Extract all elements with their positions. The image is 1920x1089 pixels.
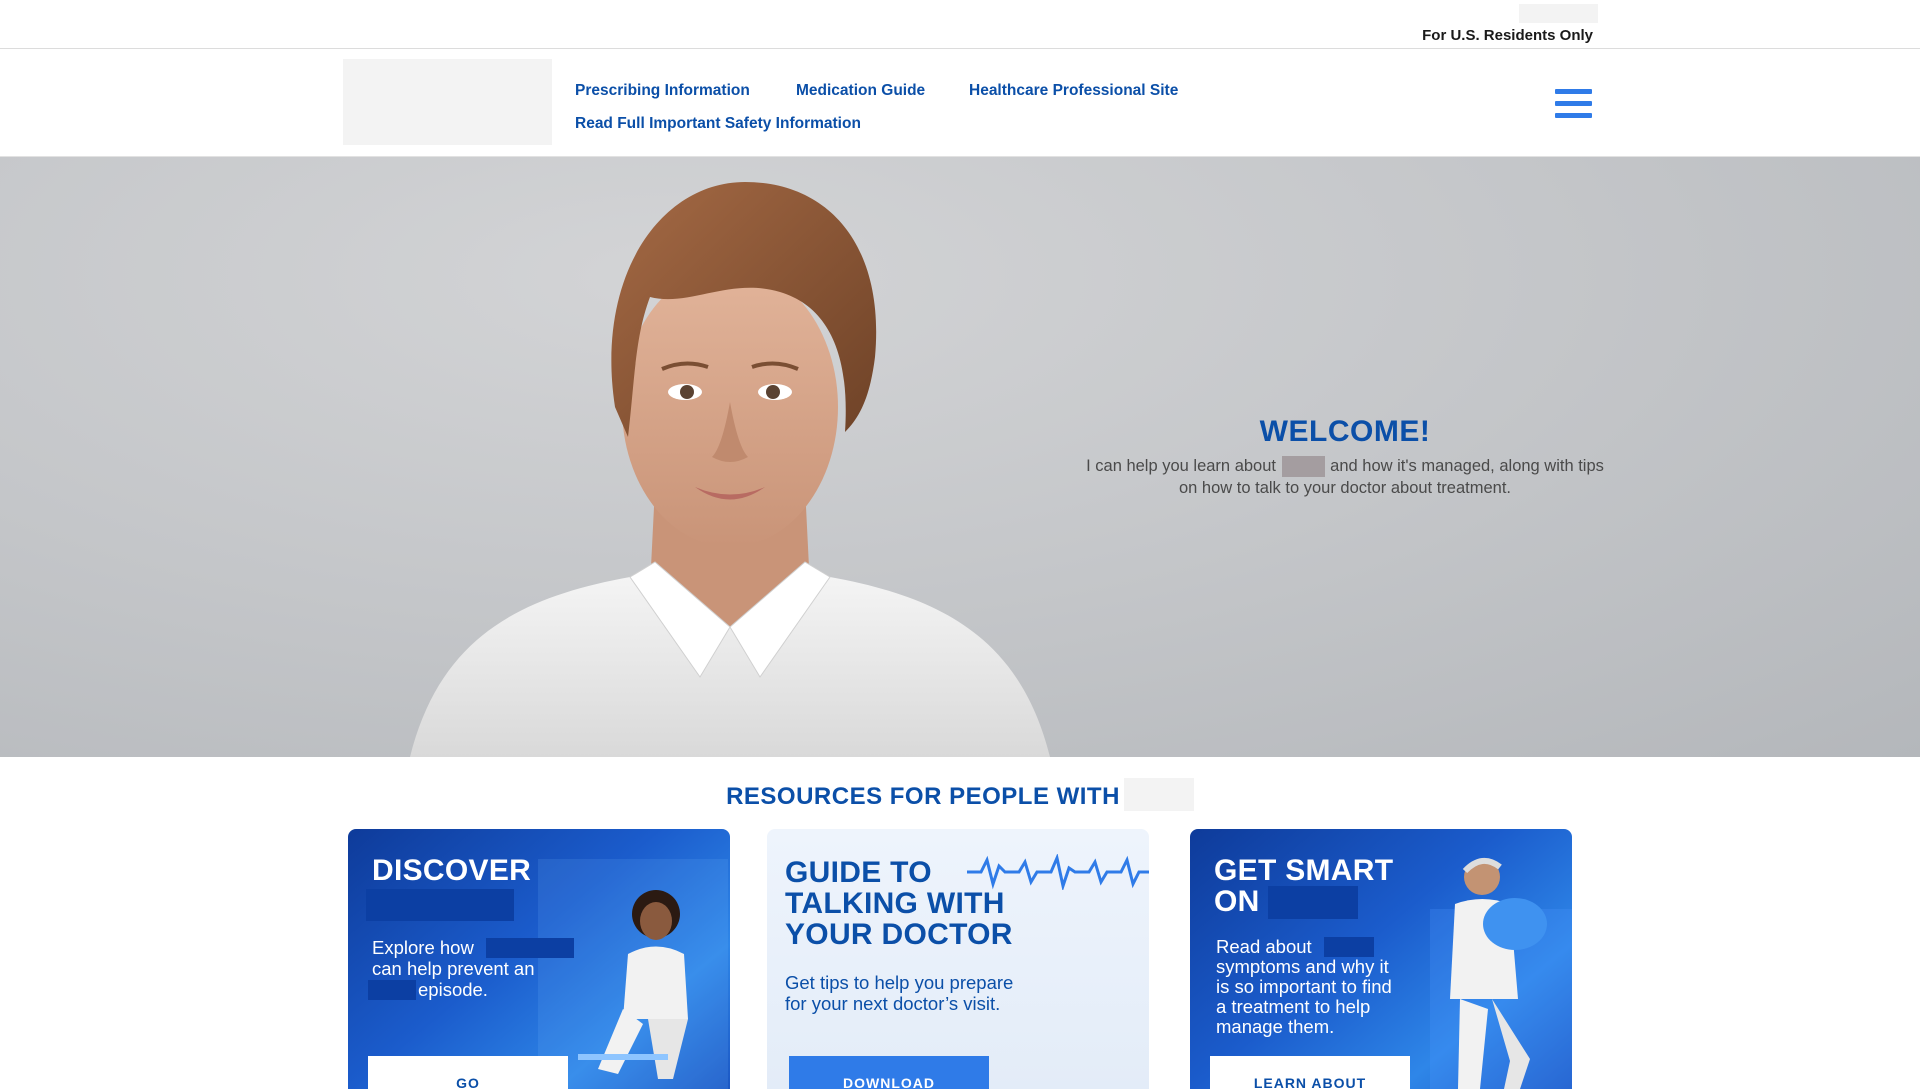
- card-text-line: episode.: [418, 979, 488, 1000]
- card-title-line: TALKING WITH: [785, 887, 1005, 920]
- woman-sitting-illustration: [538, 859, 728, 1089]
- man-with-shield-illustration: [1430, 858, 1572, 1089]
- card-text-line: manage them.: [1216, 1016, 1335, 1037]
- card-text-line: for your next doctor’s visit.: [785, 993, 1001, 1014]
- welcome-title: WELCOME!: [1259, 415, 1431, 448]
- card-text-line: a treatment to help: [1216, 996, 1371, 1017]
- card-text-line: Get tips to help you prepare: [785, 972, 1014, 993]
- nav-prescribing-information[interactable]: Prescribing Information: [575, 82, 750, 100]
- card-text-line: Read about: [1216, 936, 1312, 957]
- redacted-block: [1324, 937, 1374, 957]
- welcome-text-before: I can help you learn about: [1086, 457, 1276, 475]
- resource-card-get-smart[interactable]: GET SMART ON Read about symptoms and why…: [1190, 829, 1572, 1089]
- card-text-line: is so important to find: [1216, 976, 1392, 997]
- redacted-text: [1281, 456, 1325, 478]
- go-button[interactable]: GO: [368, 1056, 568, 1089]
- hamburger-menu-icon[interactable]: [1555, 89, 1592, 121]
- download-button[interactable]: DOWNLOAD: [789, 1056, 989, 1089]
- nav-medication-guide[interactable]: Medication Guide: [796, 82, 925, 100]
- redacted-block: [486, 938, 574, 958]
- resources-heading: RESOURCES FOR PEOPLE WITH: [0, 778, 1920, 814]
- hero-section: WELCOME! I can help you learn about and …: [0, 157, 1920, 757]
- card-text-line: symptoms and why it: [1216, 956, 1389, 977]
- resource-card-doctor-guide[interactable]: GUIDE TO TALKING WITH YOUR DOCTOR Get ti…: [767, 829, 1149, 1089]
- card-title: GUIDE TO TALKING WITH YOUR DOCTOR: [785, 857, 1013, 950]
- welcome-panel: WELCOME! I can help you learn about and …: [1080, 415, 1610, 499]
- nav-important-safety-information[interactable]: Read Full Important Safety Information: [575, 115, 861, 133]
- virtual-assistant-avatar: [410, 182, 1050, 757]
- site-header: Prescribing Information Medication Guide…: [0, 49, 1920, 157]
- card-title-line: GUIDE TO: [785, 856, 932, 889]
- redacted-block: [368, 980, 416, 1000]
- brand-logo[interactable]: [343, 59, 552, 145]
- card-title: DISCOVER: [372, 854, 532, 887]
- resources-heading-text: RESOURCES FOR PEOPLE WITH: [726, 782, 1120, 810]
- nav-healthcare-professional-site[interactable]: Healthcare Professional Site: [969, 82, 1178, 100]
- redacted-block: [366, 889, 514, 921]
- welcome-message: I can help you learn about and how it's …: [1080, 455, 1610, 499]
- learn-about-button[interactable]: LEARN ABOUT: [1210, 1056, 1410, 1089]
- card-title-line: YOUR DOCTOR: [785, 918, 1013, 951]
- redacted-block: [1268, 886, 1358, 919]
- utility-bar: For U.S. Residents Only: [0, 0, 1920, 49]
- redacted-text: [1123, 778, 1194, 811]
- redacted-block: [1519, 4, 1598, 23]
- card-text-line: Explore how: [372, 937, 474, 958]
- card-text-line: can help prevent an: [372, 958, 535, 979]
- us-residents-notice: For U.S. Residents Only: [1422, 27, 1593, 44]
- card-title-line: GET SMART: [1214, 854, 1394, 887]
- resource-card-discover[interactable]: DISCOVER Explore how can help prevent an…: [348, 829, 730, 1089]
